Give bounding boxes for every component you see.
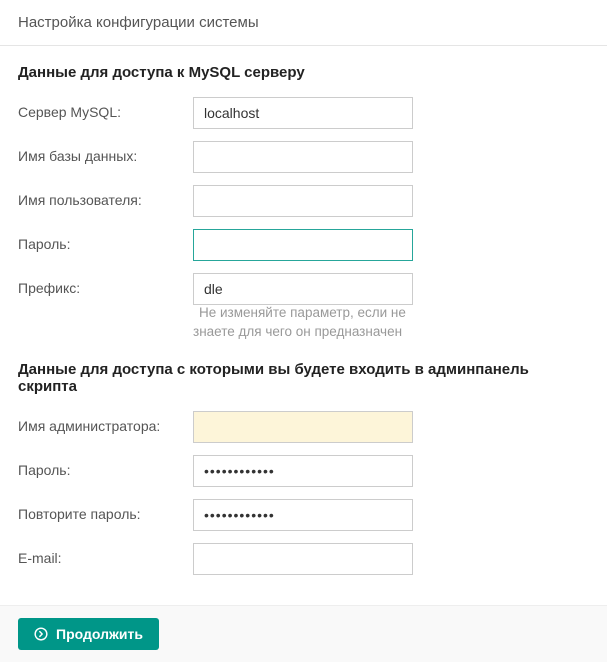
row-db-username: Имя пользователя: (18, 185, 589, 217)
label-mysql-server: Сервер MySQL: (18, 97, 193, 120)
input-db-prefix[interactable] (193, 273, 413, 305)
page-header: Настройка конфигурации системы (0, 0, 607, 46)
row-admin-name: Имя администратора: (18, 411, 589, 443)
label-db-prefix: Префикс: (18, 273, 193, 296)
mysql-section-title: Данные для доступа к MySQL серверу (18, 64, 589, 81)
prefix-hint-1: Не изменяйте параметр, если не (199, 305, 406, 320)
prefix-hint-2: знаете для чего он предназначен (193, 324, 402, 339)
label-admin-name: Имя администратора: (18, 411, 193, 434)
content-area: Данные для доступа к MySQL серверу Серве… (0, 46, 607, 605)
label-db-password: Пароль: (18, 229, 193, 252)
input-admin-name[interactable] (193, 411, 413, 443)
continue-button-label: Продолжить (56, 626, 143, 642)
input-admin-email[interactable] (193, 543, 413, 575)
footer: Продолжить (0, 605, 607, 662)
label-admin-email: E-mail: (18, 543, 193, 566)
row-db-password: Пароль: (18, 229, 589, 261)
arrow-right-circle-icon (34, 627, 48, 641)
input-admin-password[interactable] (193, 455, 413, 487)
input-mysql-server[interactable] (193, 97, 413, 129)
row-mysql-server: Сервер MySQL: (18, 97, 589, 129)
row-admin-password: Пароль: (18, 455, 589, 487)
admin-section-title: Данные для доступа с которыми вы будете … (18, 361, 589, 395)
row-db-name: Имя базы данных: (18, 141, 589, 173)
continue-button[interactable]: Продолжить (18, 618, 159, 650)
row-admin-password-repeat: Повторите пароль: (18, 499, 589, 531)
row-db-prefix: Префикс: Не изменяйте параметр, если не … (18, 273, 589, 339)
label-db-username: Имя пользователя: (18, 185, 193, 208)
label-db-name: Имя базы данных: (18, 141, 193, 164)
row-admin-email: E-mail: (18, 543, 589, 575)
input-db-password[interactable] (193, 229, 413, 261)
page-title: Настройка конфигурации системы (18, 14, 259, 31)
input-db-name[interactable] (193, 141, 413, 173)
label-admin-password-repeat: Повторите пароль: (18, 499, 193, 522)
label-admin-password: Пароль: (18, 455, 193, 478)
input-admin-password-repeat[interactable] (193, 499, 413, 531)
input-db-username[interactable] (193, 185, 413, 217)
